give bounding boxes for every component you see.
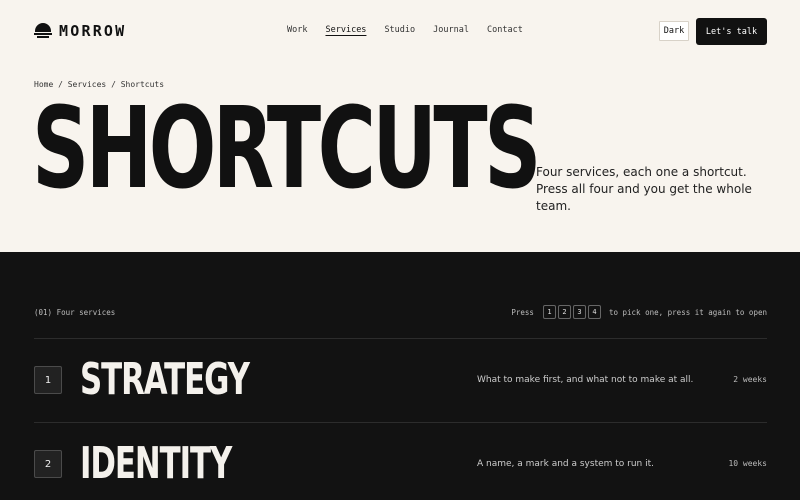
keyboard-hint: Press 1 2 3 4 to pick one, press it agai… xyxy=(511,305,767,319)
theme-toggle-button[interactable]: Dark xyxy=(659,21,689,41)
page-title: SHORTCUTS xyxy=(32,84,541,214)
hero-description: Four services, each one a shortcut. Pres… xyxy=(536,165,752,213)
services-section: (01) Four services Press 1 2 3 4 to pick… xyxy=(0,252,800,500)
service-number: 2 xyxy=(34,450,62,478)
service-name: STRATEGY xyxy=(80,354,250,405)
service-description: A name, a mark and a system to run it. xyxy=(477,459,655,469)
service-row-identity[interactable]: 2 IDENTITY A name, a mark and a system t… xyxy=(0,422,800,500)
lets-talk-button[interactable]: Let's talk xyxy=(696,18,767,45)
nav-item-contact[interactable]: Contact xyxy=(487,25,523,35)
service-description: What to make first, and what not to make… xyxy=(477,375,694,385)
hint-suffix: to pick one, press it again to open xyxy=(608,307,767,317)
key-3[interactable]: 3 xyxy=(572,305,586,319)
nav-item-work[interactable]: Work xyxy=(287,25,307,35)
key-4[interactable]: 4 xyxy=(587,305,601,319)
service-duration: 10 weeks xyxy=(728,459,767,468)
site-header: MORROW Work Services Studio Journal Cont… xyxy=(0,0,800,64)
service-name: IDENTITY xyxy=(80,438,232,489)
logo-mark-icon xyxy=(34,22,52,40)
service-row-strategy[interactable]: 1 STRATEGY What to make first, and what … xyxy=(0,338,800,422)
nav-item-studio[interactable]: Studio xyxy=(384,25,415,35)
nav-item-services[interactable]: Services xyxy=(325,25,366,35)
brand-name: MORROW xyxy=(59,22,127,40)
nav-item-journal[interactable]: Journal xyxy=(433,25,469,35)
brand-logo[interactable]: MORROW xyxy=(34,22,126,40)
service-number: 1 xyxy=(34,366,62,394)
key-1[interactable]: 1 xyxy=(542,305,556,319)
key-2[interactable]: 2 xyxy=(557,305,571,319)
main-nav: Work Services Studio Journal Contact xyxy=(287,25,541,35)
hint-prefix: Press xyxy=(511,307,534,317)
services-count-label: (01) Four services xyxy=(34,308,116,317)
service-duration: 2 weeks xyxy=(733,375,767,384)
